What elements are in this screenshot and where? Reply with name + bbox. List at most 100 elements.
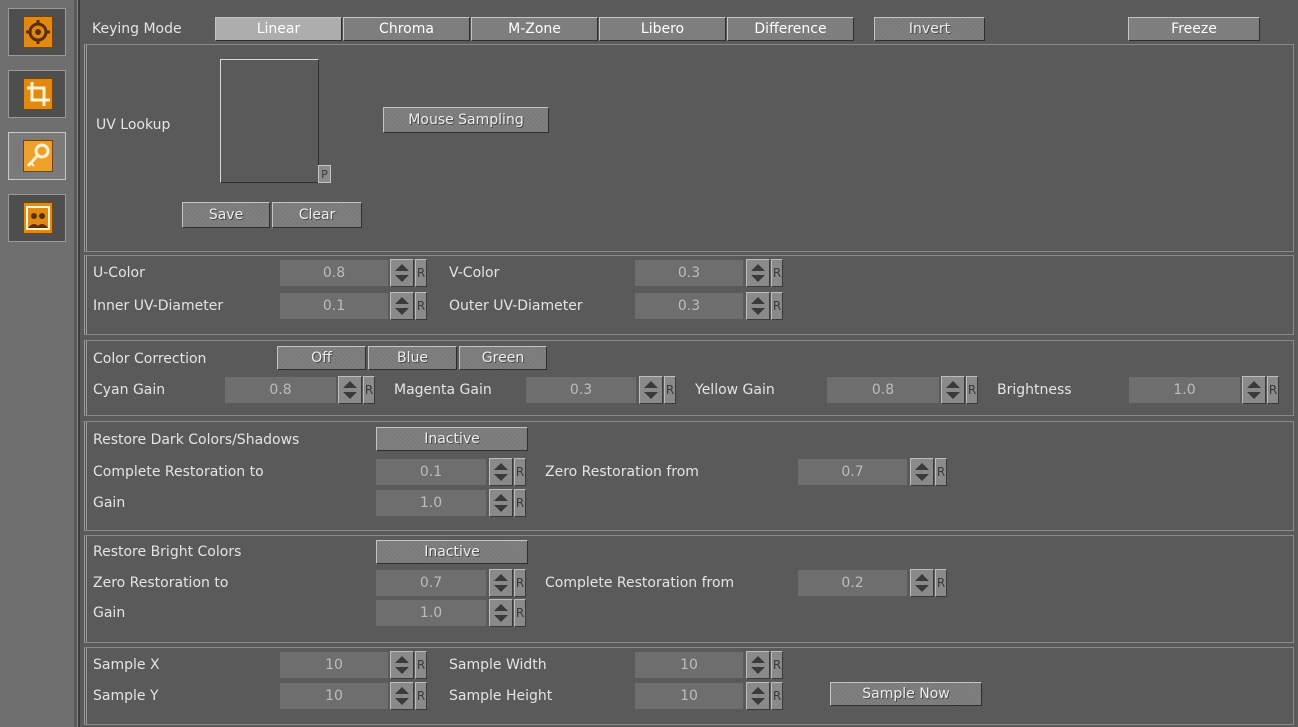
v-color-reset-button[interactable]: R xyxy=(771,259,783,287)
brightness-reset-button[interactable]: R xyxy=(1267,376,1279,404)
uv-color-panel: U-Color 0.8 R V-Color 0.3 R Inner UV-Dia… xyxy=(84,255,1294,335)
zero-restoration-from-label: Zero Restoration from xyxy=(545,464,699,480)
sample-width-field[interactable]: 10 xyxy=(635,652,743,678)
u-color-field[interactable]: 0.8 xyxy=(280,260,388,286)
cyan-gain-field[interactable]: 0.8 xyxy=(225,377,336,403)
gear-icon xyxy=(23,16,53,48)
sidebar-button-settings[interactable] xyxy=(8,8,66,56)
sample-x-reset-button[interactable]: R xyxy=(415,651,427,679)
cyan-gain-label: Cyan Gain xyxy=(93,382,166,398)
outer-uv-diameter-spinner[interactable] xyxy=(746,292,770,320)
sidebar-button-users[interactable] xyxy=(8,194,66,242)
mouse-sampling-button[interactable]: Mouse Sampling xyxy=(383,107,549,133)
sample-height-field[interactable]: 10 xyxy=(635,683,743,709)
yellow-gain-reset-button[interactable]: R xyxy=(966,376,978,404)
color-correction-panel: Color Correction Off Blue Green Cyan Gai… xyxy=(84,340,1294,416)
u-color-spinner[interactable] xyxy=(390,259,414,287)
sample-now-button[interactable]: Sample Now xyxy=(830,682,982,706)
sample-y-reset-button[interactable]: R xyxy=(415,682,427,710)
restore-bright-gain-field[interactable]: 1.0 xyxy=(376,600,486,626)
sample-y-field[interactable]: 10 xyxy=(280,683,388,709)
zero-restoration-to-spinner[interactable] xyxy=(489,569,513,597)
magenta-gain-spinner[interactable] xyxy=(639,376,663,404)
mode-linear-button[interactable]: Linear xyxy=(215,17,342,41)
complete-restoration-from-label: Complete Restoration from xyxy=(545,575,735,591)
uv-lookup-p-button[interactable]: P xyxy=(318,165,331,183)
u-color-reset-button[interactable]: R xyxy=(415,259,427,287)
restore-dark-gain-reset-button[interactable]: R xyxy=(514,489,526,517)
zero-restoration-to-label: Zero Restoration to xyxy=(93,575,229,591)
sidebar-button-key[interactable] xyxy=(8,132,66,180)
restore-bright-state-button[interactable]: Inactive xyxy=(376,540,528,564)
mode-libero-button[interactable]: Libero xyxy=(599,17,726,41)
main-panel: Keying Mode Linear Chroma M-Zone Libero … xyxy=(80,0,1298,727)
yellow-gain-label: Yellow Gain xyxy=(695,382,775,398)
complete-restoration-to-field[interactable]: 0.1 xyxy=(376,459,486,485)
cyan-gain-reset-button[interactable]: R xyxy=(363,376,375,404)
complete-restoration-from-spinner[interactable] xyxy=(910,569,934,597)
restore-bright-gain-reset-button[interactable]: R xyxy=(514,599,526,627)
correction-green-button[interactable]: Green xyxy=(459,346,547,370)
sample-width-label: Sample Width xyxy=(449,657,547,673)
u-color-label: U-Color xyxy=(93,265,145,281)
invert-button[interactable]: Invert xyxy=(874,17,985,41)
outer-uv-diameter-reset-button[interactable]: R xyxy=(771,292,783,320)
sample-height-spinner[interactable] xyxy=(746,682,770,710)
complete-restoration-to-reset-button[interactable]: R xyxy=(514,458,526,486)
brightness-label: Brightness xyxy=(997,382,1072,398)
outer-uv-diameter-label: Outer UV-Diameter xyxy=(449,298,583,314)
mode-chroma-button[interactable]: Chroma xyxy=(343,17,470,41)
restore-bright-panel: Restore Bright Colors Inactive Zero Rest… xyxy=(84,535,1294,643)
restore-dark-gain-field[interactable]: 1.0 xyxy=(376,490,486,516)
inner-uv-diameter-reset-button[interactable]: R xyxy=(415,292,427,320)
restore-dark-state-button[interactable]: Inactive xyxy=(376,427,528,451)
freeze-button[interactable]: Freeze xyxy=(1128,17,1260,41)
color-correction-label: Color Correction xyxy=(93,351,207,367)
zero-restoration-to-field[interactable]: 0.7 xyxy=(376,570,486,596)
sample-panel: Sample X 10 R Sample Width 10 R Sample Y… xyxy=(84,647,1294,725)
correction-off-button[interactable]: Off xyxy=(277,346,366,370)
save-button[interactable]: Save xyxy=(182,202,270,228)
v-color-field[interactable]: 0.3 xyxy=(635,260,743,286)
sample-width-reset-button[interactable]: R xyxy=(771,651,783,679)
sample-height-reset-button[interactable]: R xyxy=(771,682,783,710)
sample-x-spinner[interactable] xyxy=(390,651,414,679)
brightness-field[interactable]: 1.0 xyxy=(1129,377,1240,403)
cyan-gain-spinner[interactable] xyxy=(338,376,362,404)
complete-restoration-to-spinner[interactable] xyxy=(489,458,513,486)
sample-x-label: Sample X xyxy=(93,657,160,673)
restore-dark-panel: Restore Dark Colors/Shadows Inactive Com… xyxy=(84,421,1294,531)
v-color-label: V-Color xyxy=(449,265,500,281)
mode-mzone-button[interactable]: M-Zone xyxy=(471,17,598,41)
uv-lookup-label: UV Lookup xyxy=(96,117,171,133)
magenta-gain-reset-button[interactable]: R xyxy=(664,376,676,404)
inner-uv-diameter-field[interactable]: 0.1 xyxy=(280,293,388,319)
restore-bright-gain-label: Gain xyxy=(93,605,126,621)
brightness-spinner[interactable] xyxy=(1242,376,1266,404)
sidebar-button-crop[interactable] xyxy=(8,70,66,118)
correction-blue-button[interactable]: Blue xyxy=(368,346,457,370)
magenta-gain-label: Magenta Gain xyxy=(394,382,492,398)
sample-x-field[interactable]: 10 xyxy=(280,652,388,678)
zero-restoration-from-reset-button[interactable]: R xyxy=(935,458,947,486)
mode-difference-button[interactable]: Difference xyxy=(727,17,854,41)
sample-width-spinner[interactable] xyxy=(746,651,770,679)
outer-uv-diameter-field[interactable]: 0.3 xyxy=(635,293,743,319)
yellow-gain-field[interactable]: 0.8 xyxy=(827,377,939,403)
inner-uv-diameter-label: Inner UV-Diameter xyxy=(93,298,224,314)
zero-restoration-from-spinner[interactable] xyxy=(910,458,934,486)
v-color-spinner[interactable] xyxy=(746,259,770,287)
user-group-icon xyxy=(23,202,53,234)
sample-y-spinner[interactable] xyxy=(390,682,414,710)
uv-lookup-canvas[interactable]: P xyxy=(220,59,331,183)
zero-restoration-to-reset-button[interactable]: R xyxy=(514,569,526,597)
inner-uv-diameter-spinner[interactable] xyxy=(390,292,414,320)
complete-restoration-from-reset-button[interactable]: R xyxy=(935,569,947,597)
yellow-gain-spinner[interactable] xyxy=(941,376,965,404)
complete-restoration-from-field[interactable]: 0.2 xyxy=(798,570,907,596)
zero-restoration-from-field[interactable]: 0.7 xyxy=(798,459,907,485)
magenta-gain-field[interactable]: 0.3 xyxy=(526,377,636,403)
clear-button[interactable]: Clear xyxy=(272,202,362,228)
restore-dark-gain-spinner[interactable] xyxy=(489,489,513,517)
restore-bright-gain-spinner[interactable] xyxy=(489,599,513,627)
